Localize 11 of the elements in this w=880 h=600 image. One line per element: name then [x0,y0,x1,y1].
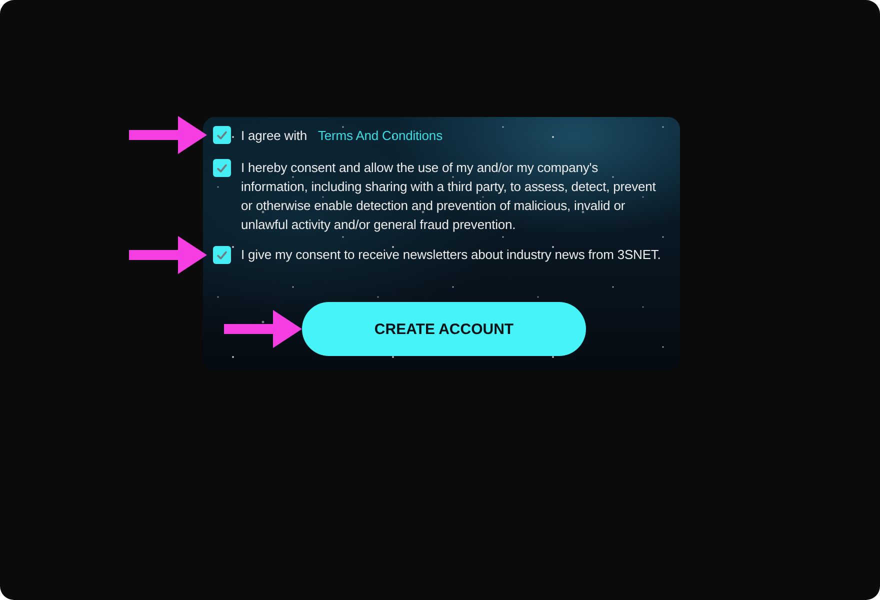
create-account-button[interactable]: CREATE ACCOUNT [302,302,586,356]
checkmark-icon [217,250,227,260]
checkbox[interactable] [213,126,231,144]
terms-link[interactable]: Terms And Conditions [318,128,442,142]
consent-text: I hereby consent and allow the use of my and/or my company's information, including sharing with a third party, to assess, detect, prevent or otherwise enable detection and prevention of malicious, invalid or unlawful activity and/or general fraud prevention. [241,159,657,234]
consent-text: I give my consent to receive newsletters about industry news from 3SNET. [241,246,662,264]
checkmark-icon [217,164,227,172]
checkbox[interactable] [213,246,231,264]
consent-label: I agree with [241,128,308,142]
checkmark-icon [217,130,227,140]
checkbox[interactable] [213,159,231,177]
